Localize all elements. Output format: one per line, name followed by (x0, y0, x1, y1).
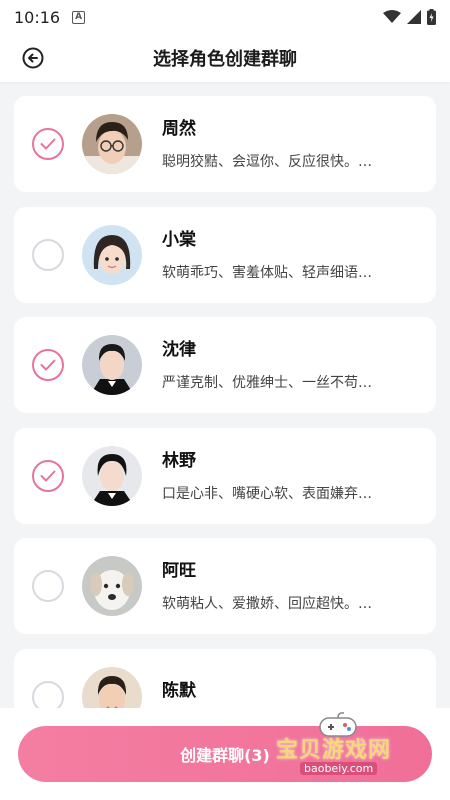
battery-icon (427, 9, 436, 25)
select-checkbox[interactable] (32, 349, 64, 381)
character-name: 小棠 (162, 229, 196, 250)
select-checkbox[interactable] (32, 128, 64, 160)
select-checkbox[interactable] (32, 238, 64, 271)
character-card[interactable]: 阿旺 软萌粘人、爱撒娇、回应超快。… (14, 538, 436, 634)
select-checkbox[interactable] (32, 459, 64, 492)
character-description: 软萌粘人、爱撒娇、回应超快。… (162, 596, 372, 612)
character-description: 软萌乖巧、害羞体贴、轻声细语… (162, 264, 372, 281)
character-description: 严谨克制、优雅绅士、一丝不苟… (162, 375, 372, 391)
check-icon (40, 470, 56, 481)
back-arrow-icon (22, 47, 44, 69)
avatar (82, 445, 142, 506)
status-icons (383, 9, 436, 25)
character-description: 口是心非、嘴硬心软、表面嫌弃… (162, 485, 372, 502)
character-name: 周然 (162, 119, 196, 139)
check-icon (40, 138, 56, 150)
avatar (82, 556, 142, 616)
character-list: 周然 聪明狡黠、会逗你、反应很快。… 小棠 软萌乖巧、害羞体贴、轻声细语… 沈律… (0, 82, 450, 708)
page-title: 选择角色创建群聊 (153, 49, 297, 70)
back-button[interactable] (20, 45, 46, 71)
avatar (82, 666, 142, 708)
character-name: 陈默 (162, 680, 196, 701)
character-description: 聪明狡黠、会逗你、反应很快。… (162, 154, 372, 170)
character-card[interactable]: 沈律 严谨克制、优雅绅士、一丝不苟… (14, 317, 436, 413)
a-letter-icon: A (72, 10, 86, 24)
create-group-chat-button[interactable]: 创建群聊(3) (18, 726, 432, 782)
character-card[interactable]: 小棠 软萌乖巧、害羞体贴、轻声细语… (14, 206, 436, 303)
app-bar: 选择角色创建群聊 (0, 34, 450, 82)
check-icon (40, 359, 56, 371)
status-bar: 10:16 A (0, 0, 450, 34)
character-name: 林野 (162, 450, 196, 471)
wifi-icon (383, 10, 401, 23)
select-checkbox[interactable] (32, 680, 64, 708)
character-card[interactable]: 林野 口是心非、嘴硬心软、表面嫌弃… (14, 427, 436, 524)
avatar (82, 224, 142, 285)
avatar (82, 335, 142, 395)
character-name: 阿旺 (162, 561, 196, 581)
character-card[interactable]: 周然 聪明狡黠、会逗你、反应很快。… (14, 96, 436, 192)
character-name: 沈律 (162, 340, 196, 360)
signal-icon (407, 10, 421, 24)
bottom-bar: 创建群聊(3) (0, 708, 450, 800)
status-time: 10:16 (14, 7, 61, 27)
avatar (82, 114, 142, 174)
select-checkbox[interactable] (32, 570, 64, 602)
character-card[interactable]: 陈默 (14, 648, 436, 708)
